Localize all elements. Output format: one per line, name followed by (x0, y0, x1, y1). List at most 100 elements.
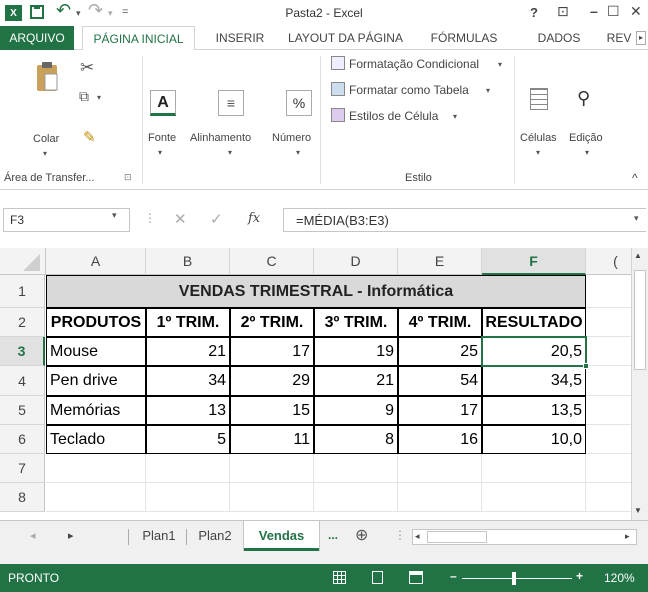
format-as-table-dropdown-icon[interactable]: ▾ (486, 86, 490, 95)
alignment-dropdown-icon[interactable]: ▾ (228, 148, 232, 157)
alignment-icon[interactable]: ≡ (218, 90, 244, 116)
cell-d5[interactable]: 9 (314, 396, 398, 425)
qat-customize-icon[interactable]: = (122, 6, 128, 18)
cell-d3[interactable]: 19 (314, 337, 398, 366)
cell-b8[interactable] (146, 483, 230, 512)
paste-dropdown-icon[interactable]: ▾ (43, 149, 47, 158)
tab-formulas[interactable]: FÓRMULAS (414, 26, 514, 50)
cell-f4[interactable]: 34,5 (482, 366, 586, 396)
scroll-left-icon[interactable]: ◂ (415, 531, 420, 542)
maximize-icon[interactable]: ☐ (607, 3, 620, 20)
column-header-c[interactable]: C (230, 248, 314, 275)
cell-e4[interactable]: 54 (398, 366, 482, 396)
row-header-1[interactable]: 1 (0, 275, 45, 308)
cell-c5[interactable]: 15 (230, 396, 314, 425)
column-header-f[interactable]: F (482, 248, 586, 275)
help-icon[interactable]: ? (530, 5, 538, 20)
alignment-label[interactable]: Alinhamento (190, 132, 251, 144)
sheet-tab-plan2[interactable]: Plan2 (190, 521, 240, 551)
cell-a1-title[interactable]: VENDAS TRIMESTRAL - Informática (46, 275, 586, 308)
formula-input[interactable]: =MÉDIA(B3:E3) (283, 208, 646, 232)
clipboard-launcher-icon[interactable]: ⊡ (124, 172, 132, 183)
cell-c4[interactable]: 29 (230, 366, 314, 396)
cell-c3[interactable]: 17 (230, 337, 314, 366)
scroll-down-icon[interactable]: ▼ (634, 506, 642, 515)
cell-b4[interactable]: 34 (146, 366, 230, 396)
cell-a8[interactable] (46, 483, 146, 512)
number-format-icon[interactable]: % (286, 90, 312, 116)
row-header-3[interactable]: 3 (0, 337, 45, 366)
row-header-6[interactable]: 6 (0, 425, 45, 454)
excel-app-icon[interactable]: X (5, 5, 22, 21)
copy-dropdown-icon[interactable]: ▾ (97, 93, 101, 102)
normal-view-icon[interactable] (333, 571, 346, 584)
cut-icon[interactable]: ✂ (80, 58, 94, 78)
cell-a3[interactable]: Mouse (46, 337, 146, 366)
new-sheet-icon[interactable]: ⊕ (355, 525, 368, 545)
sheet-prev-icon[interactable]: ◂ (30, 529, 36, 542)
cell-a2-header[interactable]: PRODUTOS (46, 308, 146, 337)
cell-e6[interactable]: 16 (398, 425, 482, 454)
cells-label[interactable]: Células (520, 132, 557, 144)
page-break-view-icon[interactable] (409, 571, 423, 584)
scroll-up-icon[interactable]: ▲ (634, 251, 642, 260)
column-header-e[interactable]: E (398, 248, 482, 275)
tab-data[interactable]: DADOS (524, 26, 594, 50)
conditional-formatting-button[interactable]: Formatação Condicional (349, 57, 479, 71)
cell-b6[interactable]: 5 (146, 425, 230, 454)
zoom-slider-thumb[interactable] (512, 572, 516, 585)
editing-dropdown-icon[interactable]: ▾ (585, 148, 589, 157)
cell-a4[interactable]: Pen drive (46, 366, 146, 396)
conditional-formatting-dropdown-icon[interactable]: ▾ (498, 60, 502, 69)
collapse-ribbon-icon[interactable]: ^ (632, 171, 638, 185)
fill-handle[interactable] (583, 363, 589, 369)
cell-c2-header[interactable]: 2º TRIM. (230, 308, 314, 337)
paste-button[interactable] (35, 60, 59, 92)
cell-e8[interactable] (398, 483, 482, 512)
cell-a6[interactable]: Teclado (46, 425, 146, 454)
cell-d2-header[interactable]: 3º TRIM. (314, 308, 398, 337)
cell-e3[interactable]: 25 (398, 337, 482, 366)
cell-f3[interactable]: 20,5 (482, 337, 586, 366)
save-icon[interactable] (30, 5, 44, 19)
tab-page-layout[interactable]: LAYOUT DA PÁGINA (283, 26, 408, 50)
row-header-4[interactable]: 4 (0, 366, 45, 396)
cell-f6[interactable]: 10,0 (482, 425, 586, 454)
zoom-level[interactable]: 120% (604, 571, 635, 585)
select-all-button[interactable] (0, 248, 46, 275)
redo-dropdown-icon[interactable]: ▾ (108, 8, 113, 19)
cell-f7[interactable] (482, 454, 586, 483)
cells-icon[interactable] (530, 88, 548, 110)
undo-icon[interactable]: ↶ (56, 0, 71, 21)
cell-f8[interactable] (482, 483, 586, 512)
row-header-8[interactable]: 8 (0, 483, 45, 512)
format-painter-icon[interactable]: ✎ (83, 128, 96, 146)
name-box-dropdown-icon[interactable]: ▾ (112, 210, 117, 221)
format-as-table-button[interactable]: Formatar como Tabela (349, 83, 469, 97)
minimize-icon[interactable]: – (590, 3, 598, 19)
enter-icon[interactable]: ✓ (210, 210, 223, 228)
tab-split-handle[interactable]: ⋮ (394, 528, 406, 542)
cell-a7[interactable] (46, 454, 146, 483)
insert-function-icon[interactable]: fx (248, 211, 260, 226)
zoom-in-button[interactable]: + (576, 569, 583, 583)
cell-b5[interactable]: 13 (146, 396, 230, 425)
cell-styles-button[interactable]: Estilos de Célula (349, 109, 438, 123)
tab-file[interactable]: ARQUIVO (0, 26, 74, 50)
cell-d4[interactable]: 21 (314, 366, 398, 396)
close-icon[interactable]: ✕ (630, 3, 642, 20)
cell-d7[interactable] (314, 454, 398, 483)
font-dropdown-icon[interactable]: ▾ (158, 148, 162, 157)
tab-insert[interactable]: INSERIR (205, 26, 275, 50)
cell-b2-header[interactable]: 1º TRIM. (146, 308, 230, 337)
cell-d8[interactable] (314, 483, 398, 512)
more-sheets-button[interactable]: ... (328, 528, 338, 542)
scroll-right-icon[interactable]: ▸ (625, 531, 630, 542)
sheet-next-icon[interactable]: ▸ (68, 529, 74, 542)
page-layout-view-icon[interactable] (372, 571, 383, 584)
sheet-tab-vendas[interactable]: Vendas (244, 521, 319, 551)
column-header-d[interactable]: D (314, 248, 398, 275)
cell-b7[interactable] (146, 454, 230, 483)
row-header-5[interactable]: 5 (0, 396, 45, 425)
row-header-2[interactable]: 2 (0, 308, 45, 337)
